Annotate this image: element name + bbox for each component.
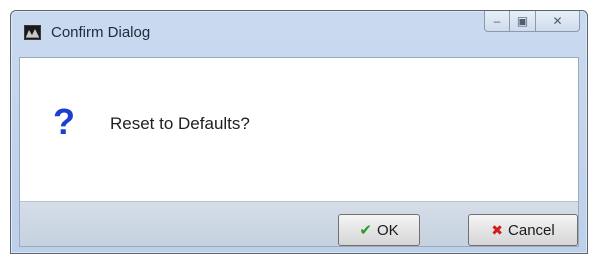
ok-button-label: OK — [376, 221, 399, 239]
maximize-button[interactable]: ▣ — [510, 11, 536, 32]
confirm-dialog-window: Confirm Dialog – ▣ ✕ ? Reset to Defaults… — [10, 10, 588, 254]
check-icon: ✔ — [359, 222, 372, 239]
cancel-button-label: Cancel — [508, 221, 555, 239]
close-button[interactable]: ✕ — [536, 11, 580, 32]
question-icon: ? — [53, 101, 75, 142]
minimize-button[interactable]: – — [484, 11, 510, 32]
dialog-content: ? Reset to Defaults? — [20, 58, 578, 201]
x-icon: ✖ — [491, 221, 504, 238]
app-logo-icon — [24, 25, 41, 40]
window-title: Confirm Dialog — [51, 24, 151, 41]
ok-button[interactable]: ✔ OK — [338, 214, 420, 246]
dialog-message: Reset to Defaults? — [110, 114, 250, 133]
cancel-button[interactable]: ✖ Cancel — [468, 214, 578, 246]
title-bar[interactable]: Confirm Dialog – ▣ ✕ — [11, 11, 587, 57]
minimize-icon: – — [493, 14, 501, 28]
caption-buttons: – ▣ ✕ — [484, 11, 580, 33]
dialog-client-area: ? Reset to Defaults? ✔ OK ✖ Cancel — [19, 57, 579, 247]
dialog-button-bar: ✔ OK ✖ Cancel — [20, 201, 578, 246]
close-icon: ✕ — [552, 14, 563, 28]
maximize-icon: ▣ — [516, 14, 529, 28]
